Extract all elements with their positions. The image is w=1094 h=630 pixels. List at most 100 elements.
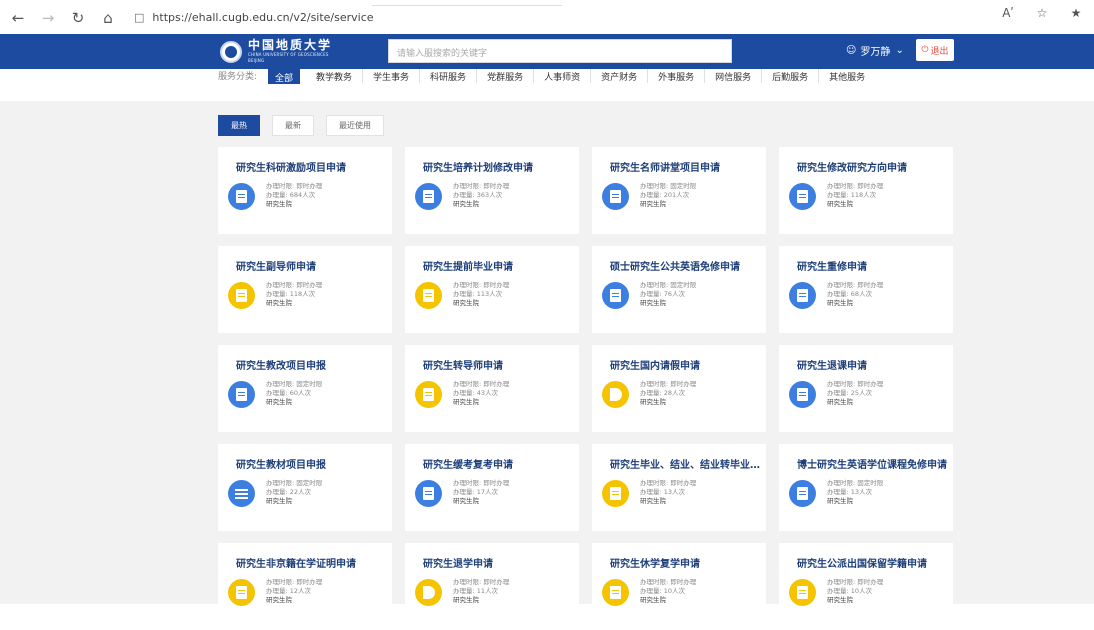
service-card[interactable]: 研究生退学申请办理时限: 即时办理 办理量: 11人次 研究生院 bbox=[405, 543, 579, 630]
service-time: 办理时限: 即时办理 bbox=[266, 578, 323, 586]
forward-arrow-icon[interactable]: → bbox=[36, 6, 60, 30]
service-title[interactable]: 硕士研究生公共英语免修申请 bbox=[610, 258, 740, 273]
url-text[interactable]: https://ehall.cugb.edu.cn/v2/site/servic… bbox=[152, 11, 373, 24]
service-time: 办理时限: 即时办理 bbox=[266, 281, 323, 289]
service-title[interactable]: 研究生退学申请 bbox=[423, 555, 493, 570]
service-title[interactable]: 研究生休学复学申请 bbox=[610, 555, 700, 570]
category-item[interactable]: 教学教务 bbox=[306, 69, 364, 83]
service-count: 办理量: 76人次 bbox=[640, 290, 686, 298]
service-title[interactable]: 研究生修改研究方向申请 bbox=[797, 159, 907, 174]
service-card[interactable]: 研究生缓考复考申请 办理时限: 即时办理 办理量: 17人次 研究生院 bbox=[405, 444, 579, 531]
service-card[interactable]: 研究生转导师申请 办理时限: 即时办理 办理量: 43人次 研究生院 bbox=[405, 345, 579, 432]
category-item[interactable]: 学生事务 bbox=[363, 69, 421, 83]
service-card[interactable]: 研究生重修申请 办理时限: 即时办理 办理量: 68人次 研究生院 bbox=[779, 246, 953, 333]
service-time: 办理时限: 固定时限 bbox=[827, 479, 884, 487]
service-department: 研究生院 bbox=[640, 497, 666, 505]
search-input[interactable]: 请输入服搜索的关键字 bbox=[388, 39, 732, 63]
service-time: 办理时限: 即时办理 bbox=[640, 479, 697, 487]
service-title[interactable]: 研究生非京籍在学证明申请 bbox=[236, 555, 356, 570]
icon-glyph bbox=[610, 487, 621, 500]
category-item[interactable]: 科研服务 bbox=[420, 69, 478, 83]
service-title[interactable]: 研究生缓考复考申请 bbox=[423, 456, 513, 471]
service-card[interactable]: 研究生国内请假申请办理时限: 即时办理 办理量: 28人次 研究生院 bbox=[592, 345, 766, 432]
icon-glyph bbox=[610, 190, 621, 203]
service-time: 办理时限: 即时办理 bbox=[827, 380, 884, 388]
service-meta: 办理时限: 即时办理 办理量: 11人次 研究生院 bbox=[453, 578, 509, 605]
service-card[interactable]: 研究生休学复学申请 办理时限: 即时办理 办理量: 10人次 研究生院 bbox=[592, 543, 766, 630]
icon-glyph bbox=[797, 487, 808, 500]
sort-tab[interactable]: 最热 bbox=[218, 115, 260, 136]
service-time: 办理时限: 即时办理 bbox=[266, 182, 323, 190]
service-card[interactable]: 研究生公派出国保留学籍申请 办理时限: 即时办理 办理量: 10人次 研究生院 bbox=[779, 543, 953, 630]
icon-glyph bbox=[609, 388, 622, 401]
category-item[interactable]: 党群服务 bbox=[477, 69, 535, 83]
clipboard-icon bbox=[415, 381, 442, 408]
category-bar: 服务分类: 全部 教学教务 学生事务 科研服务 党群服务 人事师资 资产财务 外事服务 网信服务… bbox=[0, 69, 1094, 101]
service-title[interactable]: 研究生转导师申请 bbox=[423, 357, 503, 372]
service-card[interactable]: 研究生培养计划修改申请 办理时限: 即时办理 办理量: 363人次 研究生院 bbox=[405, 147, 579, 234]
service-time: 办理时限: 即时办理 bbox=[453, 479, 510, 487]
logo-subtitle-campus: BEIJING bbox=[248, 58, 265, 63]
service-title[interactable]: 研究生公派出国保留学籍申请 bbox=[797, 555, 927, 570]
service-title[interactable]: 研究生国内请假申请 bbox=[610, 357, 700, 372]
service-title[interactable]: 博士研究生英语学位课程免修申请 bbox=[797, 456, 947, 471]
icon-glyph bbox=[797, 190, 808, 203]
service-title[interactable]: 研究生教改项目申报 bbox=[236, 357, 326, 372]
note-icon bbox=[228, 579, 255, 606]
service-meta: 办理时限: 即时办理 办理量: 28人次 研究生院 bbox=[640, 380, 696, 407]
category-item[interactable]: 外事服务 bbox=[648, 69, 706, 83]
service-title[interactable]: 研究生科研激励项目申请 bbox=[236, 159, 346, 174]
sort-tab[interactable]: 最新 bbox=[272, 115, 314, 136]
university-logo[interactable]: 中国地质大学 CHINA UNIVERSITY OF GEOSCIENCES B… bbox=[220, 39, 332, 64]
category-item[interactable]: 人事师资 bbox=[534, 69, 592, 83]
service-card[interactable]: 研究生教改项目申报 办理时限: 固定时限 办理量: 60人次 研究生院 bbox=[218, 345, 392, 432]
service-card[interactable]: 研究生名师讲堂项目申请 办理时限: 固定时限 办理量: 201人次 研究生院 bbox=[592, 147, 766, 234]
address-bar[interactable]: □ https://ehall.cugb.edu.cn/v2/site/serv… bbox=[134, 5, 374, 31]
service-title[interactable]: 研究生毕业、结业、结业转毕业... bbox=[610, 456, 760, 471]
category-item[interactable]: 其他服务 bbox=[819, 69, 875, 83]
category-item[interactable]: 资产财务 bbox=[591, 69, 649, 83]
service-card[interactable]: 研究生修改研究方向申请 办理时限: 即时办理 办理量: 118人次 研究生院 bbox=[779, 147, 953, 234]
category-item[interactable]: 全部 bbox=[268, 69, 301, 84]
service-card[interactable]: 研究生副导师申请 办理时限: 即时办理 办理量: 118人次 研究生院 bbox=[218, 246, 392, 333]
service-meta: 办理时限: 即时办理 办理量: 13人次 研究生院 bbox=[640, 479, 696, 506]
service-card[interactable]: 研究生非京籍在学证明申请 办理时限: 即时办理 办理量: 12人次 研究生院 bbox=[218, 543, 392, 630]
service-title[interactable]: 研究生退课申请 bbox=[797, 357, 867, 372]
icon-glyph bbox=[610, 289, 621, 302]
category-item[interactable]: 网信服务 bbox=[705, 69, 763, 83]
user-menu[interactable]: ☺ 罗万静 ⌄ bbox=[846, 43, 904, 58]
refresh-icon[interactable]: ↻ bbox=[66, 6, 90, 30]
service-meta: 办理时限: 即时办理 办理量: 113人次 研究生院 bbox=[453, 281, 509, 308]
service-card[interactable]: 硕士研究生公共英语免修申请 办理时限: 固定时限 办理量: 76人次 研究生院 bbox=[592, 246, 766, 333]
edit-icon bbox=[228, 381, 255, 408]
service-title[interactable]: 研究生培养计划修改申请 bbox=[423, 159, 533, 174]
service-title[interactable]: 研究生副导师申请 bbox=[236, 258, 316, 273]
service-count: 办理量: 12人次 bbox=[266, 587, 312, 595]
service-card[interactable]: 研究生毕业、结业、结业转毕业... 办理时限: 即时办理 办理量: 13人次 研究生院 bbox=[592, 444, 766, 531]
service-time: 办理时限: 即时办理 bbox=[453, 281, 510, 289]
service-card[interactable]: 研究生提前毕业申请办理时限: 即时办理 办理量: 113人次 研究生院 bbox=[405, 246, 579, 333]
service-count: 办理量: 22人次 bbox=[266, 488, 312, 496]
read-aloud-icon[interactable]: Aʹ bbox=[998, 6, 1018, 20]
home-icon[interactable]: ⌂ bbox=[96, 6, 120, 30]
icon-glyph bbox=[235, 488, 248, 499]
add-favorite-icon[interactable]: ☆ bbox=[1032, 6, 1052, 20]
user-name: 罗万静 bbox=[860, 47, 891, 58]
service-card[interactable]: 博士研究生英语学位课程免修申请办理时限: 固定时限 办理量: 13人次 研究生院 bbox=[779, 444, 953, 531]
service-card[interactable]: 研究生科研激励项目申请 办理时限: 即时办理 办理量: 684人次 研究生院 bbox=[218, 147, 392, 234]
logout-button[interactable]: ⏻ 退出 bbox=[916, 39, 954, 61]
service-count: 办理量: 118人次 bbox=[266, 290, 316, 298]
service-title[interactable]: 研究生教材项目申报 bbox=[236, 456, 326, 471]
service-title[interactable]: 研究生重修申请 bbox=[797, 258, 867, 273]
service-card[interactable]: 研究生教材项目申报 办理时限: 固定时限 办理量: 22人次 研究生院 bbox=[218, 444, 392, 531]
service-title[interactable]: 研究生提前毕业申请 bbox=[423, 258, 513, 273]
category-item[interactable]: 后勤服务 bbox=[762, 69, 820, 83]
service-title[interactable]: 研究生名师讲堂项目申请 bbox=[610, 159, 720, 174]
service-department: 研究生院 bbox=[640, 398, 666, 406]
icon-glyph bbox=[610, 586, 621, 599]
back-arrow-icon[interactable]: ← bbox=[6, 6, 30, 30]
sort-tab[interactable]: 最近使用 bbox=[326, 115, 384, 136]
favorites-icon[interactable]: ★ bbox=[1066, 6, 1086, 20]
service-meta: 办理时限: 固定时限 办理量: 13人次 研究生院 bbox=[827, 479, 883, 506]
service-card[interactable]: 研究生退课申请 办理时限: 即时办理 办理量: 25人次 研究生院 bbox=[779, 345, 953, 432]
